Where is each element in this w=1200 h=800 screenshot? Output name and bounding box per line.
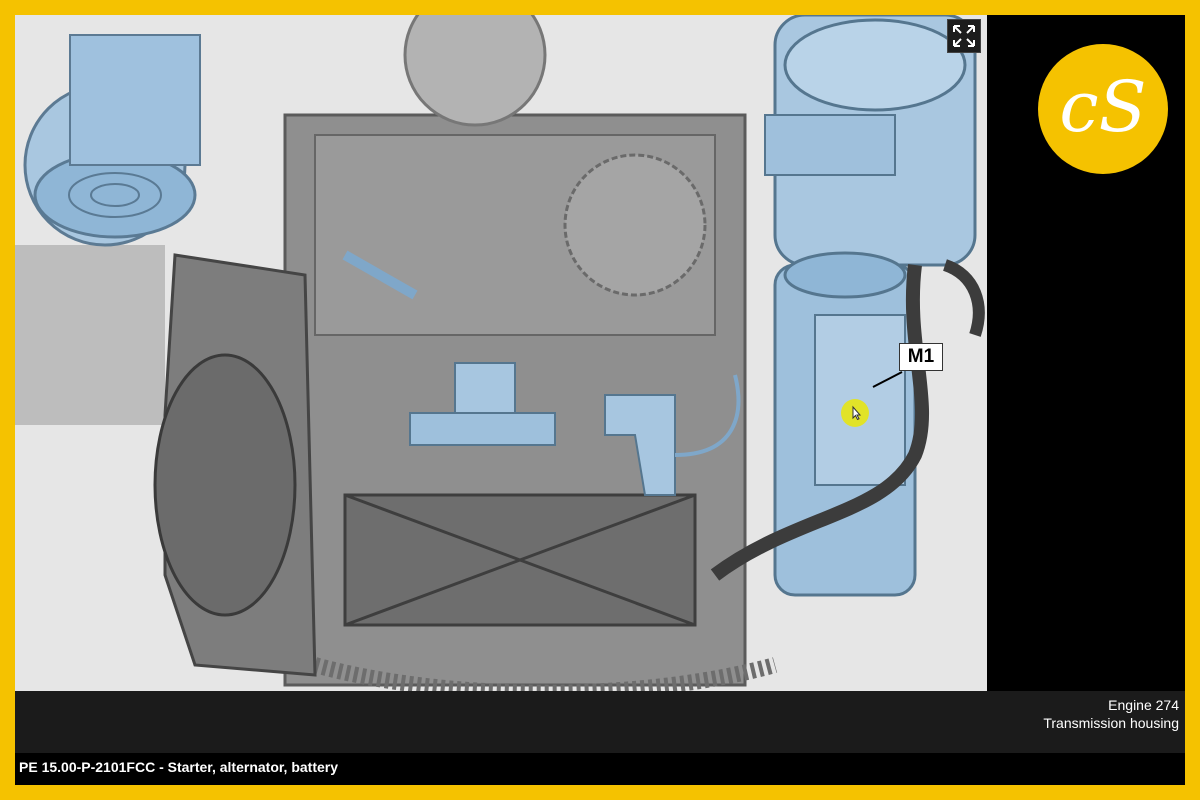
brand-logo: cS	[1038, 44, 1168, 174]
callout-label-m1[interactable]: M1	[899, 343, 943, 371]
caption-location: Transmission housing	[1043, 715, 1179, 731]
mouse-cursor	[841, 399, 869, 427]
document-title-bar: PE 15.00-P-2101FCC - Starter, alternator…	[15, 753, 1185, 785]
caption-engine: Engine 274	[1108, 697, 1179, 713]
diagram-caption: Engine 274 Transmission housing	[15, 691, 1185, 753]
engine-diagram[interactable]: M1	[15, 15, 987, 691]
engine-illustration	[15, 15, 987, 691]
expand-button[interactable]	[947, 19, 981, 53]
viewer-window: M1 cS Engine 274 Transmission housing PE…	[15, 15, 1185, 785]
expand-arrows-icon	[953, 25, 975, 47]
document-title: PE 15.00-P-2101FCC - Starter, alternator…	[19, 759, 339, 775]
mouse-pointer-icon	[852, 405, 862, 421]
logo-text: cS	[1059, 66, 1147, 148]
yellow-frame: M1 cS Engine 274 Transmission housing PE…	[0, 0, 1200, 800]
